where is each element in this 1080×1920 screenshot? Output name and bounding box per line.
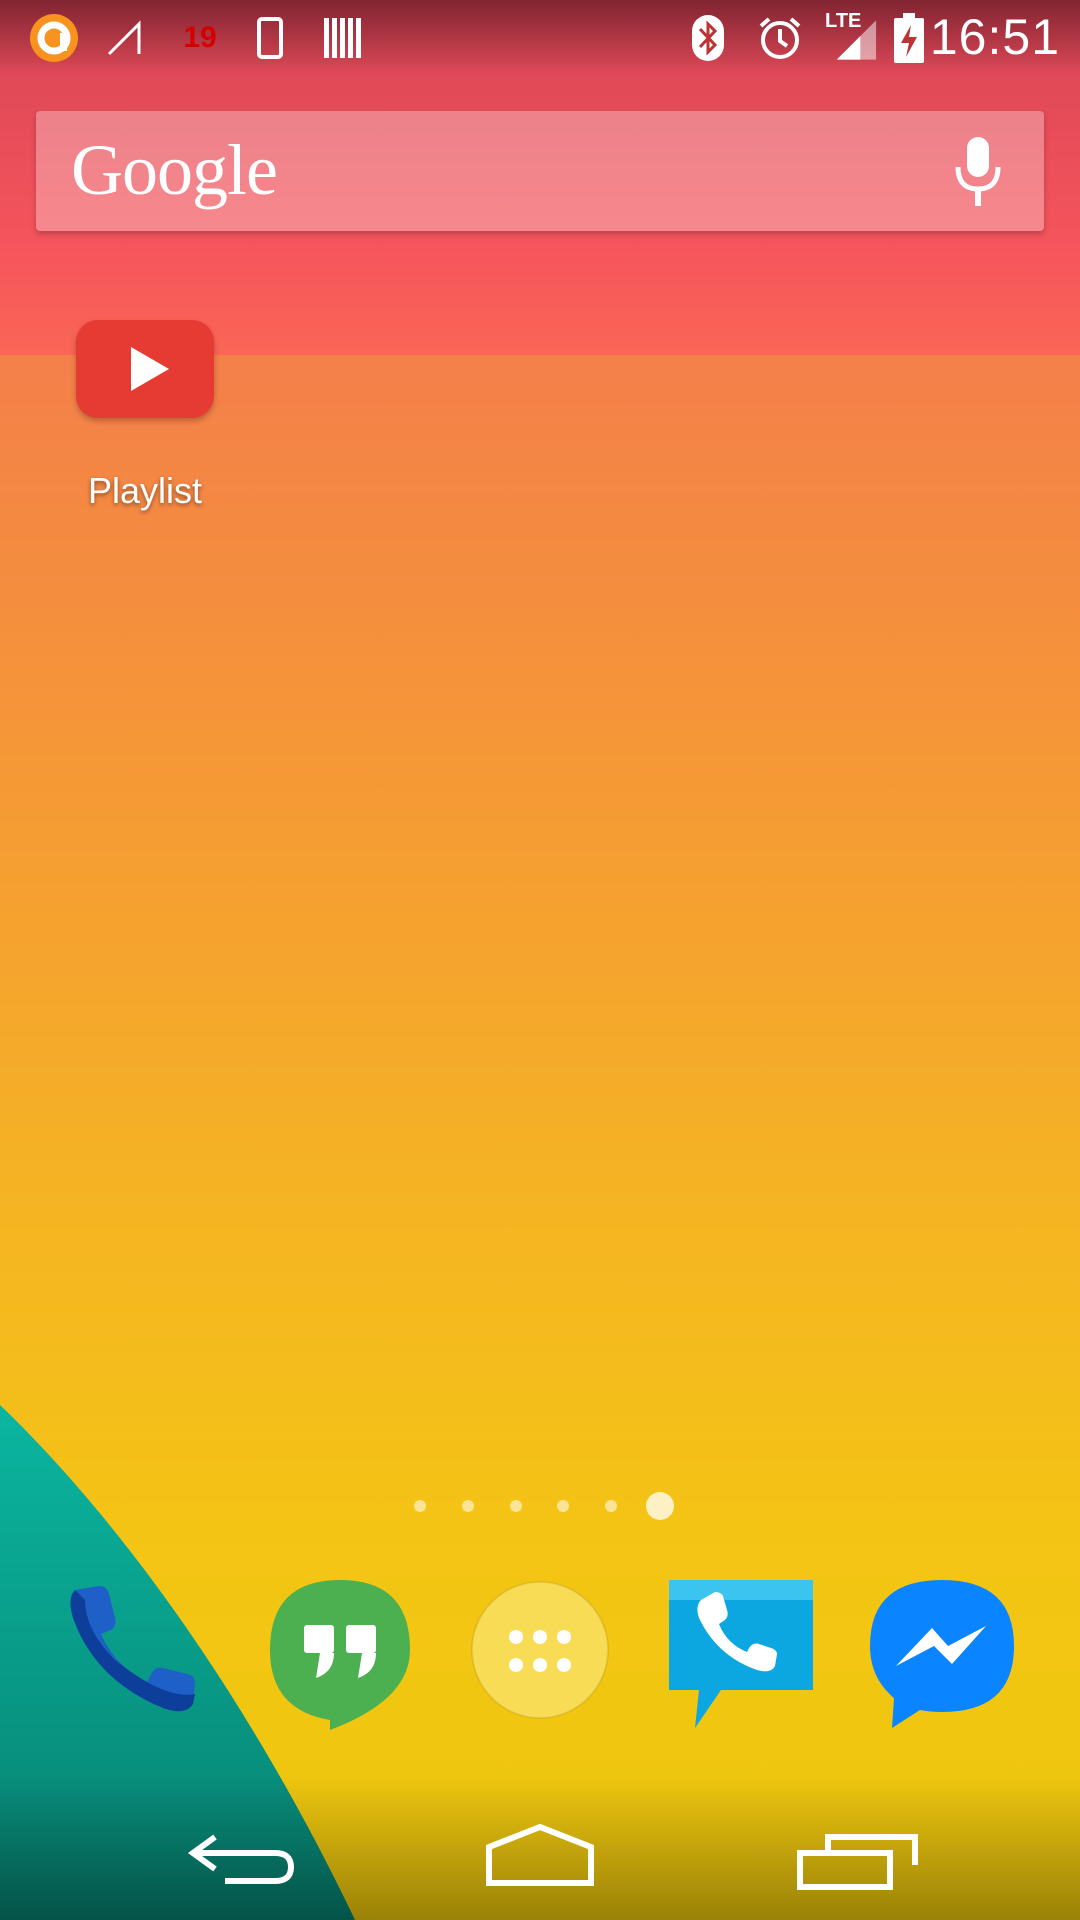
status-bar: 19 LTE 16:51 <box>0 0 1080 75</box>
launcher-app-icon[interactable] <box>28 12 80 64</box>
battery-charging-icon <box>893 12 925 64</box>
mic-icon[interactable] <box>952 135 1004 209</box>
lte-signal-icon: LTE <box>825 10 880 64</box>
network-label: LTE <box>825 10 862 32</box>
barcode-icon <box>322 12 362 64</box>
hangouts-app-icon[interactable] <box>260 1570 420 1730</box>
home-icon[interactable] <box>465 1815 615 1905</box>
back-icon[interactable] <box>165 1815 315 1905</box>
app-drawer-icon[interactable] <box>460 1570 620 1730</box>
youtube-play-icon <box>76 320 214 418</box>
app-label: Playlist <box>87 470 203 511</box>
page-dot-active[interactable] <box>646 1492 674 1520</box>
temperature-notification-icon: 19 <box>176 12 224 64</box>
phone-icon <box>255 12 285 64</box>
messenger-app-icon[interactable] <box>862 1570 1022 1730</box>
recents-icon[interactable] <box>770 1815 920 1905</box>
alarm-icon <box>755 12 805 64</box>
page-dot[interactable] <box>462 1500 474 1512</box>
bluetooth-icon <box>690 12 726 64</box>
status-clock: 16:51 <box>929 9 1060 65</box>
navigation-bar <box>0 1775 1080 1920</box>
page-dot[interactable] <box>557 1500 569 1512</box>
page-dot[interactable] <box>510 1500 522 1512</box>
weather-temp: 19 <box>183 21 217 54</box>
voip-phone-app-icon[interactable] <box>661 1570 821 1730</box>
phone-app-icon[interactable] <box>55 1570 215 1730</box>
google-logo: Google <box>71 130 278 210</box>
google-search-bar[interactable]: Google <box>36 111 1044 231</box>
page-indicator <box>0 1486 1080 1526</box>
page-dot[interactable] <box>414 1500 426 1512</box>
page-dot[interactable] <box>605 1500 617 1512</box>
signal-off-icon <box>105 12 145 64</box>
app-shortcut-playlist[interactable]: Playlist <box>72 320 218 512</box>
